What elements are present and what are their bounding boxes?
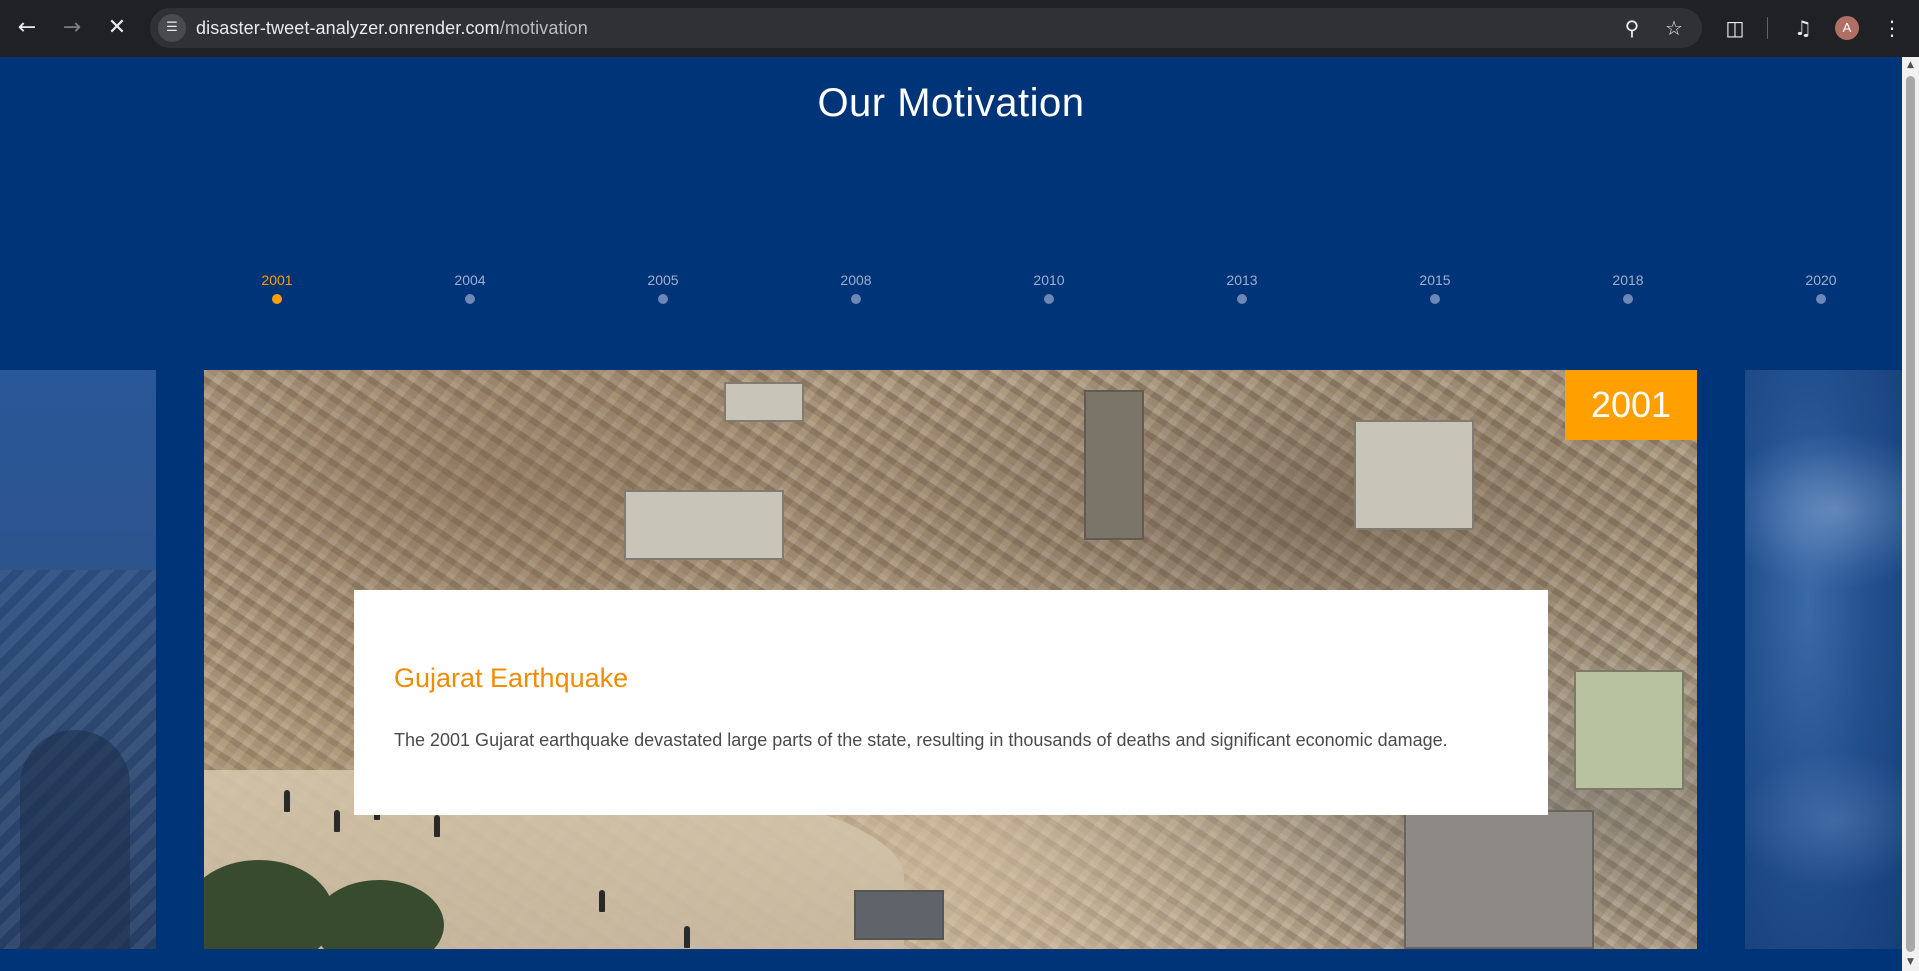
timeline-dot	[465, 294, 475, 304]
timeline-dot	[1623, 294, 1633, 304]
timeline-year: 2013	[1226, 272, 1258, 288]
year-badge: 2001	[1565, 370, 1697, 440]
timeline-item-2004[interactable]: 2004	[430, 272, 510, 304]
star-icon[interactable]: ☆	[1660, 14, 1688, 42]
address-bar[interactable]: ☰ disaster-tweet-analyzer.onrender.com/m…	[150, 8, 1702, 48]
slide-image-person	[20, 730, 130, 949]
slide-image-ruin	[1084, 390, 1144, 540]
timeline-year: 2015	[1419, 272, 1451, 288]
kebab-menu-icon[interactable]: ⋮	[1876, 12, 1908, 44]
next-slide[interactable]	[1745, 370, 1902, 949]
vertical-scrollbar[interactable]: ▲ ▼	[1902, 57, 1919, 971]
timeline: 2001 2004 2005 2008 2010 2013 2015 2018	[0, 272, 1902, 312]
slide-image-wave	[1745, 430, 1902, 590]
timeline-year: 2018	[1612, 272, 1644, 288]
timeline-item-2008[interactable]: 2008	[816, 272, 896, 304]
zoom-icon[interactable]: ⚲	[1618, 14, 1646, 42]
url-host: disaster-tweet-analyzer.onrender.com	[196, 18, 500, 38]
avatar[interactable]: A	[1835, 16, 1859, 40]
timeline-item-2001[interactable]: 2001	[237, 272, 317, 304]
page-title: Our Motivation	[817, 81, 1085, 125]
tune-icon[interactable]: ☰	[158, 14, 186, 42]
slide-title: Gujarat Earthquake	[394, 663, 629, 693]
scroll-up-arrow-icon[interactable]: ▲	[1902, 57, 1919, 74]
timeline-year: 2008	[840, 272, 872, 288]
timeline-item-2020[interactable]: 2020	[1781, 272, 1861, 304]
timeline-item-2013[interactable]: 2013	[1202, 272, 1282, 304]
timeline-dot	[1044, 294, 1054, 304]
close-icon[interactable]: ✕	[101, 12, 133, 44]
timeline-dot	[272, 294, 282, 304]
timeline-year: 2005	[647, 272, 679, 288]
slide-description: The 2001 Gujarat earthquake devastated l…	[394, 730, 1448, 750]
slide-image-figure	[284, 790, 290, 812]
timeline-dot	[851, 294, 861, 304]
timeline-dot	[658, 294, 668, 304]
slide-image-figure	[334, 810, 340, 832]
slide-image-ruin	[724, 382, 804, 422]
url-text[interactable]: disaster-tweet-analyzer.onrender.com/mot…	[196, 18, 588, 39]
slide-image-ruin	[1404, 810, 1594, 949]
puzzle-icon[interactable]: ◫	[1719, 12, 1751, 44]
url-path: /motivation	[499, 18, 588, 38]
timeline-year: 2001	[261, 272, 293, 288]
timeline-dot	[1816, 294, 1826, 304]
page-content: Our Motivation 2001 2004 2005 2008 2010 …	[0, 57, 1902, 971]
media-queue-icon[interactable]: ♫	[1787, 12, 1819, 44]
scroll-down-arrow-icon[interactable]: ▼	[1902, 954, 1919, 971]
slide-image-ruin	[1574, 670, 1684, 790]
browser-toolbar: ← → ✕ ☰ disaster-tweet-analyzer.onrender…	[0, 0, 1919, 57]
previous-slide[interactable]	[0, 370, 156, 949]
slide-image-figure	[599, 890, 605, 912]
slide-image-figure	[684, 926, 690, 948]
timeline-item-2010[interactable]: 2010	[1009, 272, 1089, 304]
timeline-item-2005[interactable]: 2005	[623, 272, 703, 304]
active-slide: 2001 Gujarat Earthquake The 2001 Gujarat…	[204, 370, 1697, 949]
timeline-item-2015[interactable]: 2015	[1395, 272, 1475, 304]
toolbar-divider	[1767, 17, 1768, 39]
scroll-thumb[interactable]	[1906, 76, 1915, 952]
timeline-item-2018[interactable]: 2018	[1588, 272, 1668, 304]
timeline-dot	[1430, 294, 1440, 304]
slide-image-wave	[1745, 750, 1902, 890]
slide-image-ruin	[1354, 420, 1474, 530]
slide-image-ruin	[624, 490, 784, 560]
timeline-year: 2004	[454, 272, 486, 288]
timeline-year: 2010	[1033, 272, 1065, 288]
slide-image-figure	[434, 815, 440, 837]
timeline-year: 2020	[1805, 272, 1837, 288]
slide-image-vehicle	[854, 890, 944, 940]
caption-card: Gujarat Earthquake The 2001 Gujarat eart…	[354, 590, 1548, 815]
timeline-dot	[1237, 294, 1247, 304]
back-arrow-icon[interactable]: ←	[11, 12, 43, 44]
forward-arrow-icon[interactable]: →	[56, 12, 88, 44]
